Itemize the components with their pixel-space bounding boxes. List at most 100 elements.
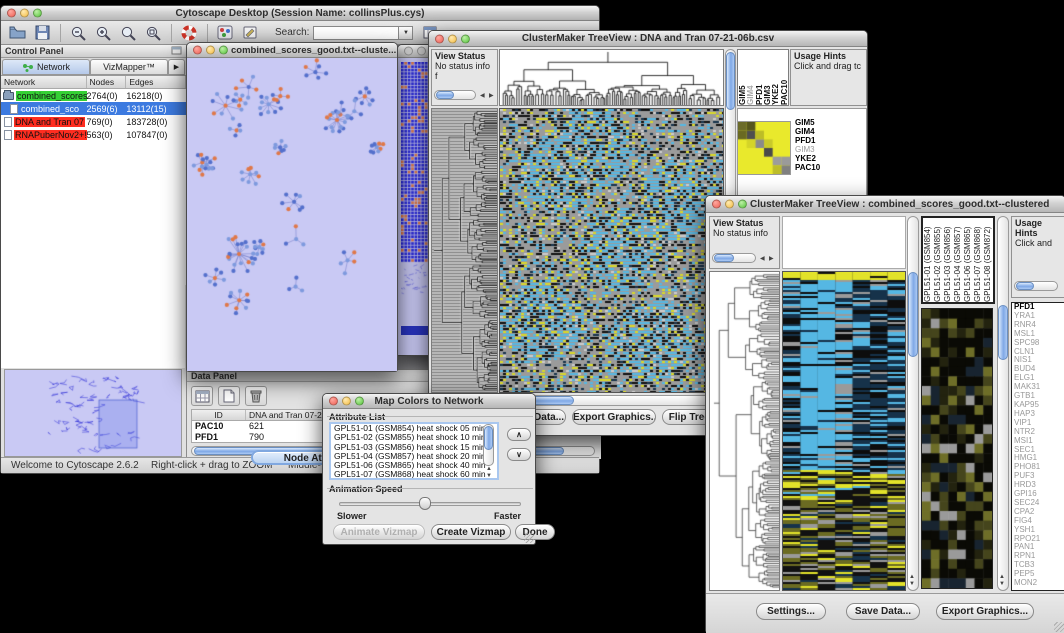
row-dendrogram-panel[interactable] xyxy=(431,108,498,393)
close-icon[interactable] xyxy=(435,34,444,43)
minimize-icon[interactable] xyxy=(20,9,29,18)
settings-button[interactable]: Settings... xyxy=(756,603,826,620)
tv2-zoom-heatmap[interactable] xyxy=(921,308,993,589)
tv2-heatmap[interactable] xyxy=(782,271,906,591)
table-row[interactable]: DNA and Tran 07 769(0) 183728(0) xyxy=(1,115,186,128)
treeview2-titlebar[interactable]: ClusterMaker TreeView : combined_scores_… xyxy=(706,196,1064,213)
close-icon[interactable] xyxy=(7,9,16,18)
tv2-column-label[interactable]: GPL51-08 (GSM872) xyxy=(983,218,993,302)
attribute-list-vscrollbar[interactable] xyxy=(483,424,494,466)
tv2-zoom-heatmap-canvas[interactable] xyxy=(922,309,992,588)
export-graphics-button[interactable]: Export Graphics... xyxy=(936,603,1034,620)
scroll-left-icon[interactable]: ◀ xyxy=(480,93,485,100)
usage-hints-hscrollbar[interactable] xyxy=(1014,281,1058,291)
scroll-right-icon[interactable]: ▶ xyxy=(489,93,494,100)
window-controls[interactable] xyxy=(329,397,364,406)
dialog-titlebar[interactable]: Map Colors to Network xyxy=(323,394,535,409)
tv2-zoom-vscrollbar[interactable]: ▲▼ xyxy=(997,216,1009,591)
scrollbar-thumb[interactable] xyxy=(726,52,735,110)
scrollbar-thumb[interactable] xyxy=(436,91,454,99)
delete-attribute-icon[interactable] xyxy=(245,386,267,406)
scrollbar-thumb[interactable] xyxy=(998,305,1008,360)
row-dendrogram-canvas[interactable] xyxy=(432,109,497,392)
zoom-window-icon[interactable] xyxy=(33,9,42,18)
scroll-up-icon[interactable]: ▲ xyxy=(486,466,492,473)
birdseye-canvas[interactable] xyxy=(7,372,179,454)
tab-network[interactable]: Network xyxy=(2,59,90,75)
scrollbar-thumb[interactable] xyxy=(1016,282,1034,290)
table-row[interactable]: RNAPuberNov2+! 563(0) 107847(0) xyxy=(1,128,186,141)
create-vizmap-button[interactable]: Create Vizmap xyxy=(431,524,511,540)
tv2-column-label[interactable]: GPL51-07 (GSM868) xyxy=(973,218,983,302)
tab-overflow-arrow[interactable]: ▶ xyxy=(168,59,185,75)
tab-vizmapper[interactable]: VizMapper™ xyxy=(90,59,168,75)
zoom-fit-icon[interactable] xyxy=(143,23,163,42)
tv1-column-label[interactable]: PFD1 xyxy=(755,50,763,105)
tv1-column-label[interactable]: PAC10 xyxy=(780,50,788,105)
zoom-window-icon[interactable] xyxy=(355,397,364,406)
new-attribute-icon[interactable] xyxy=(218,386,240,406)
zoom-window-icon[interactable] xyxy=(219,46,228,55)
zoom-out-icon[interactable] xyxy=(68,23,88,42)
cluster-matrix-canvas[interactable] xyxy=(738,122,790,174)
birdseye-view[interactable] xyxy=(4,369,182,457)
tv2-gene-label[interactable]: MON2 xyxy=(1012,579,1064,588)
scroll-up-icon[interactable]: ▲ xyxy=(909,574,915,581)
minimize-icon[interactable] xyxy=(206,46,215,55)
attribute-list-item[interactable]: GPL51-07 (GSM868) heat shock 60 min xyxy=(331,470,497,479)
cluster-matrix-thumbnail[interactable] xyxy=(737,121,791,175)
tv2-column-label[interactable]: GPL51-06 (GSM865) xyxy=(963,218,973,302)
tv1-heatmap-canvas[interactable] xyxy=(500,109,723,392)
minimize-icon[interactable] xyxy=(448,34,457,43)
tv2-main-vscrollbar[interactable]: ▲▼ xyxy=(907,216,919,591)
close-icon[interactable] xyxy=(329,397,338,406)
tv2-column-label[interactable]: GPL51-03 (GSM856) xyxy=(943,218,953,302)
zoom-in-icon[interactable] xyxy=(93,23,113,42)
main-titlebar[interactable]: Cytoscape Desktop (Session Name: collins… xyxy=(1,6,599,21)
scroll-right-icon[interactable]: ▶ xyxy=(769,256,774,263)
done-button[interactable]: Done xyxy=(515,524,555,540)
help-icon[interactable] xyxy=(179,23,199,42)
column-dendrogram-canvas[interactable] xyxy=(500,50,723,105)
treeview1-titlebar[interactable]: ClusterMaker TreeView : DNA and Tran 07-… xyxy=(429,31,867,47)
row-dendrogram-panel[interactable] xyxy=(709,271,780,591)
vizmapper-icon[interactable] xyxy=(215,23,235,42)
save-session-icon[interactable] xyxy=(32,23,52,42)
window-controls[interactable] xyxy=(712,200,747,209)
row-dendrogram-canvas[interactable] xyxy=(710,272,779,590)
zoom-window-icon[interactable] xyxy=(738,200,747,209)
open-session-icon[interactable] xyxy=(7,23,27,42)
tv2-column-label[interactable]: GPL51-04 (GSM857) xyxy=(953,218,963,302)
scroll-down-icon[interactable]: ▼ xyxy=(999,581,1005,588)
tv2-column-label[interactable]: GPL51-01 (GSM854) xyxy=(923,218,933,302)
window-controls[interactable] xyxy=(193,46,228,55)
scrollbar-thumb[interactable] xyxy=(484,426,493,450)
search-input[interactable] xyxy=(313,26,399,40)
tv1-heatmap[interactable] xyxy=(499,108,724,393)
scroll-up-icon[interactable]: ▲ xyxy=(999,574,1005,581)
scroll-left-icon[interactable]: ◀ xyxy=(760,256,765,263)
tv1-column-label[interactable]: YKE2 xyxy=(771,50,779,105)
scroll-down-icon[interactable]: ▼ xyxy=(909,581,915,588)
move-down-button[interactable]: ∨ xyxy=(507,448,531,461)
scrollbar-thumb[interactable] xyxy=(908,272,918,357)
table-row[interactable]: combined_scores 2764(0) 16218(0) xyxy=(1,89,186,102)
window-controls[interactable] xyxy=(435,34,470,43)
resize-grip[interactable] xyxy=(524,533,534,543)
tv2-column-dendrogram-panel[interactable] xyxy=(782,216,906,269)
resize-grip[interactable] xyxy=(1054,622,1064,632)
float-panel-icon[interactable] xyxy=(171,46,182,57)
close-icon[interactable] xyxy=(404,47,413,56)
network-graph-canvas[interactable] xyxy=(187,58,397,371)
close-icon[interactable] xyxy=(193,46,202,55)
save-data-button[interactable]: Save Data... xyxy=(846,603,920,620)
slider-thumb[interactable] xyxy=(419,497,431,510)
column-dendrogram-panel[interactable] xyxy=(499,49,724,106)
view-status-hscrollbar[interactable] xyxy=(434,90,476,100)
move-up-button[interactable]: ∧ xyxy=(507,428,531,441)
tv2-column-label[interactable]: GPL51-02 (GSM855) xyxy=(933,218,943,302)
tv2-heatmap-canvas[interactable] xyxy=(783,272,905,590)
table-row[interactable]: combined_sco 2569(6) 13112(15) xyxy=(1,102,186,115)
background-network-canvas[interactable] xyxy=(401,62,429,302)
minimize-icon[interactable] xyxy=(417,47,426,56)
